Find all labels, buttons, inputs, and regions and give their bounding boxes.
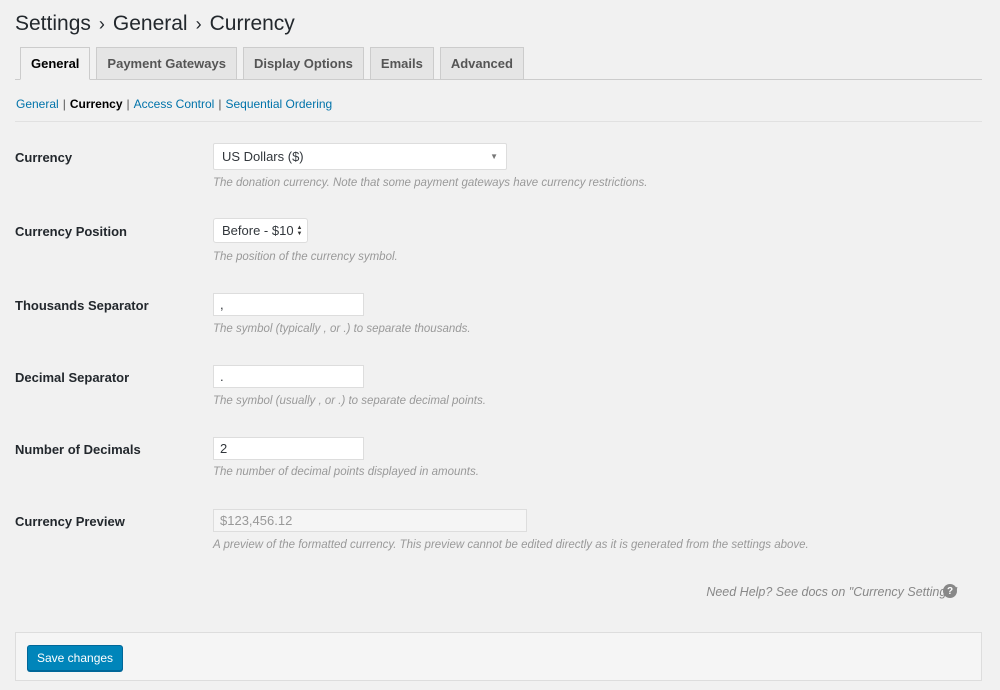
page-title: Settings › General › Currency: [15, 12, 295, 36]
currency-select-value: US Dollars ($): [222, 149, 304, 164]
breadcrumb-settings: Settings: [15, 12, 91, 35]
subnav-currency: Currency: [69, 97, 123, 111]
question-circle-icon[interactable]: ?: [943, 584, 957, 598]
save-changes-button[interactable]: Save changes: [27, 645, 124, 671]
currency-select[interactable]: US Dollars ($) ▼: [213, 143, 507, 170]
currency-preview-description: A preview of the formatted currency. Thi…: [213, 539, 809, 551]
help-link[interactable]: Need Help? See docs on "Currency Setting…: [706, 585, 957, 599]
chevron-down-icon: ▼: [490, 152, 498, 161]
thousands-separator-label: Thousands Separator: [15, 298, 149, 313]
currency-preview-field: $123,456.12: [213, 509, 527, 532]
breadcrumb-separator: ›: [98, 13, 105, 34]
tab-advanced[interactable]: Advanced: [439, 47, 524, 80]
thousands-separator-description: The symbol (typically , or .) to separat…: [213, 323, 471, 335]
section-subnav: General | Currency | Access Control | Se…: [16, 97, 332, 111]
help-text[interactable]: Need Help? See docs on "Currency Setting…: [706, 585, 957, 599]
breadcrumb-general: General: [112, 12, 188, 35]
decimal-separator-description: The symbol (usually , or .) to separate …: [213, 395, 486, 407]
currency-description: The donation currency. Note that some pa…: [213, 177, 648, 189]
subnav-sequential-ordering[interactable]: Sequential Ordering: [225, 97, 332, 111]
tab-bar: General Payment Gateways Display Options…: [20, 47, 530, 80]
tab-general[interactable]: General: [20, 47, 91, 80]
subnav-separator: |: [62, 97, 66, 111]
section-divider: [15, 121, 982, 122]
thousands-separator-input[interactable]: ,: [213, 293, 364, 316]
tab-display-options[interactable]: Display Options: [242, 47, 364, 80]
currency-label: Currency: [15, 150, 73, 165]
currency-position-description: The position of the currency symbol.: [213, 251, 398, 263]
tab-payment-gateways[interactable]: Payment Gateways: [96, 47, 237, 80]
currency-position-value: Before - $10: [222, 223, 294, 238]
tab-emails[interactable]: Emails: [369, 47, 434, 80]
currency-preview-label: Currency Preview: [15, 514, 125, 529]
number-of-decimals-input[interactable]: 2: [213, 437, 364, 460]
number-of-decimals-description: The number of decimal points displayed i…: [213, 466, 479, 478]
breadcrumb-currency: Currency: [209, 12, 295, 35]
subnav-separator: |: [218, 97, 222, 111]
breadcrumb-separator: ›: [195, 13, 202, 34]
decimal-separator-label: Decimal Separator: [15, 370, 130, 385]
subnav-access-control[interactable]: Access Control: [134, 97, 215, 111]
number-of-decimals-label: Number of Decimals: [15, 442, 141, 457]
subnav-separator: |: [126, 97, 130, 111]
subnav-general[interactable]: General: [16, 97, 59, 111]
currency-position-label: Currency Position: [15, 224, 127, 239]
save-panel: Save changes: [15, 632, 982, 681]
currency-position-select[interactable]: Before - $10 ▲ ▼: [213, 218, 308, 243]
up-down-arrows-icon: ▲ ▼: [296, 224, 303, 237]
decimal-separator-input[interactable]: .: [213, 365, 364, 388]
